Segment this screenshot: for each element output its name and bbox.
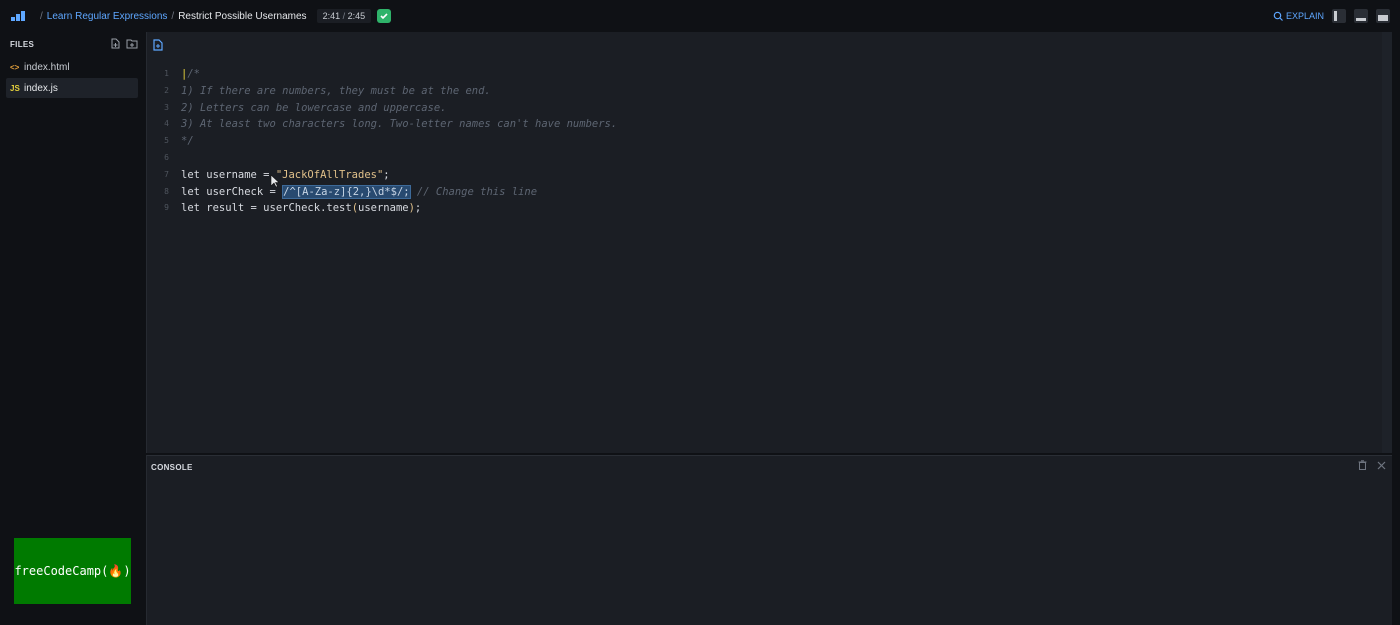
code-arg: username bbox=[358, 202, 409, 215]
inline-comment: // Change this line bbox=[410, 185, 538, 198]
explain-icon bbox=[1273, 11, 1283, 21]
new-file-icon[interactable] bbox=[110, 38, 121, 49]
explain-button[interactable]: EXPLAIN bbox=[1273, 11, 1324, 21]
selected-regex[interactable]: /^[A-Za-z]{2,}\d*$/; bbox=[282, 184, 411, 199]
line-number: 6 bbox=[164, 152, 169, 162]
breadcrumb-separator: / bbox=[40, 10, 43, 22]
code-line: 8 let userCheck = /^[A-Za-z]{2,}\d*$/; /… bbox=[147, 184, 1392, 201]
file-sidebar: FILES <> index.html JS index.js freeCode… bbox=[0, 32, 146, 625]
line-number: 3 bbox=[164, 102, 169, 112]
new-folder-icon[interactable] bbox=[126, 38, 138, 49]
comment-text: 2) Letters can be lowercase and uppercas… bbox=[181, 101, 447, 114]
layout-split-icon[interactable] bbox=[1376, 9, 1390, 23]
code-text: let userCheck = /^[A-Za-z]{2,}\d*$/; // … bbox=[169, 184, 537, 201]
code-punct: ; bbox=[383, 168, 390, 181]
new-file-icon[interactable] bbox=[152, 39, 164, 51]
comment-text: 1) If there are numbers, they must be at… bbox=[181, 84, 491, 97]
freecodecamp-badge: freeCodeCamp(🔥) bbox=[14, 538, 131, 604]
breadcrumb-course-link[interactable]: Learn Regular Expressions bbox=[47, 11, 168, 22]
comment-text: */ bbox=[181, 135, 194, 148]
top-right-controls: EXPLAIN bbox=[1273, 0, 1390, 32]
console-title: CONSOLE bbox=[151, 462, 193, 472]
code-expression: let result = userCheck.test bbox=[181, 202, 352, 215]
code-string: "JackOfAllTrades" bbox=[275, 168, 384, 181]
editor-toolbar bbox=[147, 32, 1392, 58]
code-line: 6 bbox=[147, 150, 1392, 167]
code-line: 3 2) Letters can be lowercase and upperc… bbox=[147, 100, 1392, 117]
file-name: index.html bbox=[24, 61, 70, 73]
mouse-pointer-icon bbox=[270, 174, 280, 188]
comment-text: /* bbox=[187, 68, 200, 80]
code-keyword: let userCheck = bbox=[181, 185, 283, 198]
code-text: |/* bbox=[169, 66, 200, 83]
code-line: 2 1) If there are numbers, they must be … bbox=[147, 83, 1392, 100]
file-name: index.js bbox=[24, 82, 58, 94]
files-title: FILES bbox=[10, 39, 35, 49]
js-file-icon: JS bbox=[10, 83, 20, 93]
completed-check-icon bbox=[377, 9, 392, 23]
empty-line bbox=[169, 150, 181, 167]
console-header: CONSOLE bbox=[147, 456, 1392, 478]
code-editor[interactable]: 1 |/* 2 1) If there are numbers, they mu… bbox=[146, 32, 1392, 453]
stairs-logo-icon[interactable] bbox=[0, 0, 40, 32]
top-bar: / Learn Regular Expressions / Restrict P… bbox=[0, 0, 1400, 32]
files-header: FILES bbox=[0, 32, 146, 56]
breadcrumb: / Learn Regular Expressions / Restrict P… bbox=[40, 11, 307, 22]
code-punct: ; bbox=[414, 202, 422, 215]
code-area[interactable]: 1 |/* 2 1) If there are numbers, they mu… bbox=[147, 66, 1392, 217]
console-actions bbox=[1358, 460, 1386, 470]
code-line: 4 3) At least two characters long. Two-l… bbox=[147, 116, 1392, 133]
explain-label: EXPLAIN bbox=[1285, 11, 1324, 21]
code-line: 9 let result = userCheck.test(username); bbox=[147, 200, 1392, 217]
line-number: 1 bbox=[164, 69, 169, 78]
comment-text: 3) At least two characters long. Two-let… bbox=[181, 118, 618, 131]
code-keyword: let username = bbox=[181, 168, 276, 181]
code-line: 7 let username = "JackOfAllTrades"; bbox=[147, 167, 1392, 184]
line-number: 8 bbox=[164, 186, 169, 196]
close-icon[interactable] bbox=[1377, 461, 1386, 470]
code-line: 1 |/* bbox=[147, 66, 1392, 83]
timer-current: 2:41 bbox=[322, 11, 341, 21]
line-number: 9 bbox=[164, 203, 169, 213]
line-number: 7 bbox=[164, 169, 169, 179]
breadcrumb-separator: / bbox=[171, 10, 175, 22]
editor-scrollbar[interactable] bbox=[1382, 32, 1392, 453]
console-panel: CONSOLE bbox=[146, 455, 1392, 625]
layout-bottom-panel-icon[interactable] bbox=[1354, 9, 1368, 23]
files-actions bbox=[110, 38, 138, 49]
breadcrumb-lesson: Restrict Possible Usernames bbox=[178, 10, 307, 22]
code-line: 5 */ bbox=[147, 133, 1392, 150]
line-number: 5 bbox=[164, 136, 169, 146]
html-file-icon: <> bbox=[10, 62, 20, 72]
file-item-index-js[interactable]: JS index.js bbox=[6, 78, 138, 98]
file-item-index-html[interactable]: <> index.html bbox=[0, 57, 146, 77]
layout-sidebar-icon[interactable] bbox=[1332, 9, 1346, 23]
trash-icon[interactable] bbox=[1358, 460, 1367, 470]
line-number: 2 bbox=[164, 85, 169, 95]
video-timer: 2:41 / 2:45 bbox=[316, 9, 372, 23]
line-number: 4 bbox=[164, 119, 169, 129]
code-text: let result = userCheck.test(username); bbox=[169, 200, 421, 217]
timer-total: 2:45 bbox=[347, 11, 366, 21]
